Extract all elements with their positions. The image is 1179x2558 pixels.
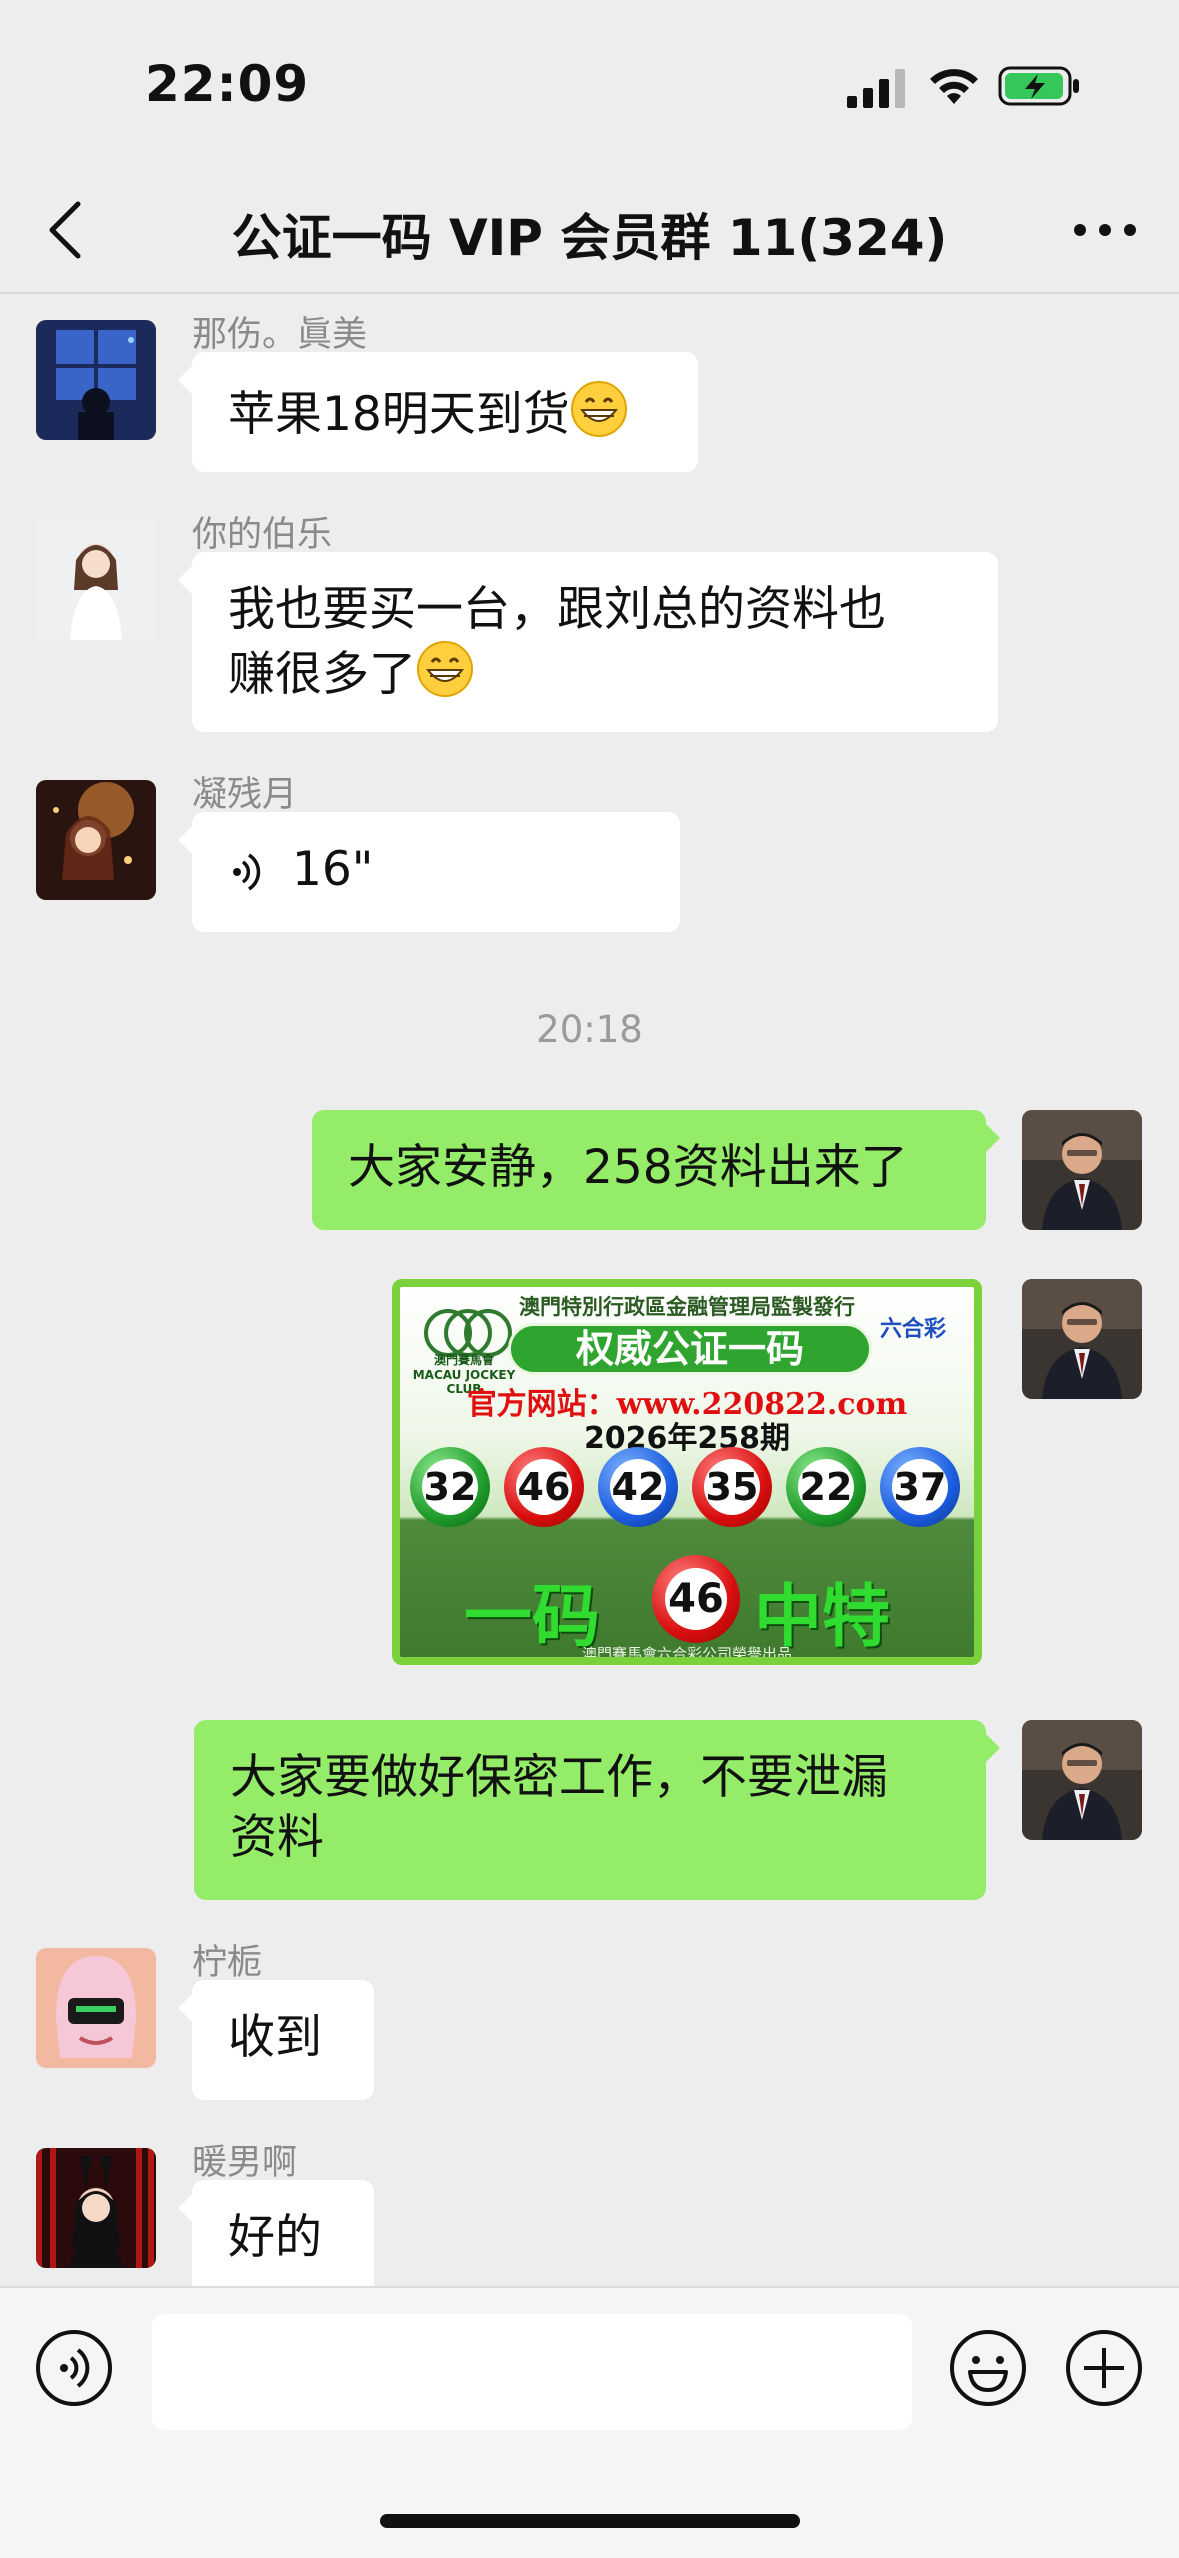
sender-name: 凝残月 [192,775,298,815]
avatar-image [36,780,156,900]
lottery-ball: 32 [410,1447,490,1527]
my-avatar[interactable] [1022,1279,1142,1399]
my-avatar[interactable] [1022,1110,1142,1230]
voice-duration: 16" [292,842,374,897]
home-indicator[interactable] [380,2514,800,2528]
avatar-image [36,2148,156,2268]
card-badge-title: 权威公证一码 [508,1323,872,1375]
message-text-line: 资料 [230,1810,324,1865]
grin-emoji-icon [570,381,627,437]
bubble-tail [178,826,192,854]
chat-message-list[interactable]: 那伤。眞美 苹果18明天到货 你的伯乐 我也要买一台，跟刘总的资料也 赚很多了 [0,292,1179,2286]
lottery-ball: 35 [692,1447,772,1527]
more-options-icon[interactable] [1070,210,1140,250]
card-footer-text: 澳門賽馬會六合彩公司榮譽出品 [581,1645,792,1663]
plus-icon[interactable] [1064,2328,1144,2408]
chat-title: 公证一码 VIP 会员群 11(324) [231,209,948,267]
avatar-image [1022,1279,1142,1399]
status-time: 22:09 [145,55,310,113]
avatar-image [36,520,156,640]
ball-number: 42 [610,1459,666,1515]
avatar[interactable] [36,780,156,900]
sender-name: 暖男啊 [192,2143,298,2183]
voice-wave-icon [233,853,261,891]
wifi-icon [930,69,978,104]
message-text: 好的 [228,2210,322,2265]
avatar-image [36,320,156,440]
bubble-tail [178,1994,192,2022]
grin-emoji-icon [417,641,473,697]
lottery-ball: 37 [880,1447,960,1527]
avatar-image [1022,1110,1142,1230]
ball-number: 37 [892,1459,948,1515]
cellular-signal-icon [847,69,905,108]
bubble-tail [178,566,192,594]
message-bubble[interactable]: 苹果18明天到货 [192,352,698,472]
ball-number: 46 [516,1459,572,1515]
logo-text-line: 澳門賽馬會 [433,1353,494,1367]
avatar[interactable] [36,520,156,640]
featured-ball-number: 46 [665,1568,727,1630]
lottery-image-card[interactable]: 澳門特別行政區金融管理局監製發行 澳門賽馬會 MACAU JOCKEY CLUB… [392,1279,982,1665]
timestamp: 20:18 [536,1008,643,1051]
featured-ball: 46 [652,1555,740,1643]
my-message-bubble[interactable]: 大家要做好保密工作，不要泄漏 资料 [194,1720,986,1900]
card-bottom-banner: 一码 46 中特 [400,1555,974,1657]
emoji-icon[interactable] [948,2328,1028,2408]
ball-number: 35 [704,1459,760,1515]
sender-name: 你的伯乐 [192,515,333,555]
avatar[interactable] [36,320,156,440]
message-bubble[interactable]: 好的 [192,2180,374,2286]
my-message-bubble[interactable]: 大家安静，258资料出来了 [312,1110,986,1230]
avatar[interactable] [36,2148,156,2268]
voice-message-bubble[interactable]: 16" [192,812,680,932]
bubble-tail [178,2194,192,2222]
message-text: 苹果18明天到货 [228,387,570,442]
lottery-ball: 22 [786,1447,866,1527]
avatar-image [36,1948,156,2068]
message-bubble[interactable]: 收到 [192,1980,374,2100]
mark-six-logo: 六合彩 [880,1317,947,1342]
avatar[interactable] [36,1948,156,2068]
bubble-tail [178,366,192,394]
voice-icon[interactable] [34,2328,114,2408]
message-text-line: 大家要做好保密工作，不要泄漏 [230,1750,888,1805]
avatar-image [1022,1720,1142,1840]
ball-number: 22 [798,1459,854,1515]
message-input[interactable] [152,2314,912,2430]
message-text: 大家安静，258资料出来了 [348,1140,908,1195]
sender-name: 柠栀 [192,1943,263,1983]
lottery-ball: 46 [504,1447,584,1527]
sender-name: 那伤。眞美 [192,315,368,355]
bubble-tail [986,1734,1000,1762]
my-avatar[interactable] [1022,1720,1142,1840]
ball-number: 32 [422,1459,478,1515]
lottery-ball: 42 [598,1447,678,1527]
nav-bar: 公证一码 VIP 会员群 11(324) [0,170,1179,294]
message-text-line: 赚很多了 [228,647,416,702]
bubble-tail [986,1124,1000,1152]
number-balls: 32 46 42 35 22 37 [410,1447,974,1531]
message-text-line: 我也要买一台，跟刘总的资料也 [228,582,886,637]
battery-charging-icon [998,66,1079,106]
input-bar [0,2286,1179,2558]
message-bubble[interactable]: 我也要买一台，跟刘总的资料也 赚很多了 [192,552,998,732]
status-bar: 22:09 [0,0,1179,170]
message-text: 收到 [228,2010,322,2065]
